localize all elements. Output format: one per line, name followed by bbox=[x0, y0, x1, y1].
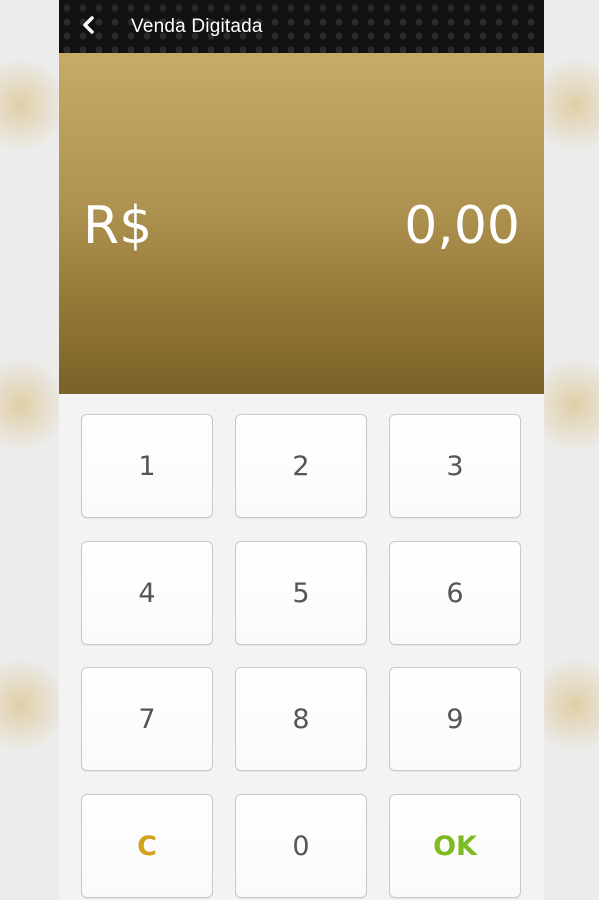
currency-symbol: R$ bbox=[83, 196, 153, 256]
back-button[interactable] bbox=[59, 0, 119, 53]
ok-button[interactable]: OK bbox=[389, 794, 521, 898]
top-bar: Venda Digitada bbox=[59, 0, 544, 53]
key-9[interactable]: 9 bbox=[389, 667, 521, 771]
app-screen: Venda Digitada R$ 0,00 1 2 3 4 5 6 7 8 9… bbox=[59, 0, 544, 900]
amount-panel: R$ 0,00 bbox=[59, 53, 544, 394]
key-4[interactable]: 4 bbox=[81, 541, 213, 645]
key-3[interactable]: 3 bbox=[389, 414, 521, 518]
key-2[interactable]: 2 bbox=[235, 414, 367, 518]
amount-value: 0,00 bbox=[404, 196, 520, 256]
key-5[interactable]: 5 bbox=[235, 541, 367, 645]
chevron-left-icon bbox=[82, 15, 96, 38]
key-1[interactable]: 1 bbox=[81, 414, 213, 518]
page-title: Venda Digitada bbox=[131, 16, 263, 37]
key-8[interactable]: 8 bbox=[235, 667, 367, 771]
key-7[interactable]: 7 bbox=[81, 667, 213, 771]
clear-button[interactable]: C bbox=[81, 794, 213, 898]
key-6[interactable]: 6 bbox=[389, 541, 521, 645]
key-0[interactable]: 0 bbox=[235, 794, 367, 898]
numeric-keypad: 1 2 3 4 5 6 7 8 9 C 0 OK bbox=[59, 394, 544, 900]
